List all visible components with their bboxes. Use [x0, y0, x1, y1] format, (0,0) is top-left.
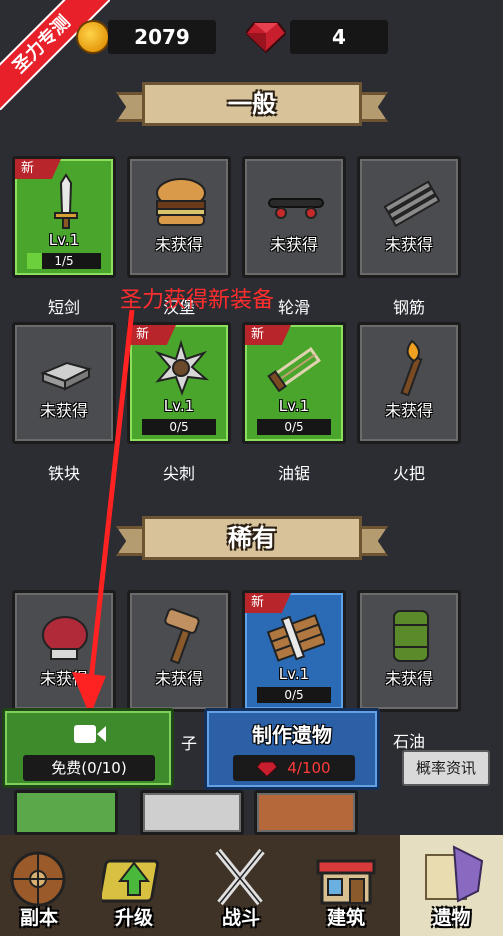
scroll-icon	[425, 845, 484, 903]
shield-icon	[10, 851, 66, 907]
spike-icon	[154, 339, 210, 396]
item-card-skateboard[interactable]: 未获得	[242, 156, 346, 278]
oil-barrel-icon	[393, 610, 429, 662]
free-draw-button[interactable]: 免费(0/10)	[2, 708, 174, 788]
item-status: 未获得	[269, 235, 318, 254]
nav-label: 副本	[19, 907, 58, 929]
ribbon-text: 圣力专测	[0, 0, 110, 110]
item-status: 未获得	[154, 235, 203, 254]
shop-icon	[316, 859, 376, 905]
item-progress: 0/5	[257, 687, 331, 703]
burger-icon	[156, 178, 206, 226]
item-card-torch[interactable]: 未获得	[357, 322, 461, 444]
item-status: 未获得	[384, 669, 433, 688]
item-card-partial-3[interactable]	[254, 790, 358, 835]
upgrade-icon	[102, 859, 160, 903]
craft-cost: 4/100	[233, 755, 355, 781]
craft-relic-button[interactable]: 制作遗物 4/100	[204, 708, 380, 790]
item-status: 未获得	[384, 401, 433, 420]
item-card-partial-1[interactable]	[14, 790, 118, 835]
gem-count: 4	[290, 20, 388, 54]
item-card-burger[interactable]: 未获得	[127, 156, 231, 278]
nav-label: 升级	[114, 907, 153, 929]
item-card-rare-3[interactable]: 新 Lv.1 0/5	[242, 590, 346, 712]
nav-label: 遗物	[432, 907, 471, 929]
item-card-rebar[interactable]: 未获得	[357, 156, 461, 278]
nav-label: 建筑	[326, 907, 365, 929]
probability-info-button[interactable]: 概率资讯	[402, 750, 490, 786]
item-level: Lv.1	[278, 665, 310, 683]
item-name: 火把	[392, 464, 425, 483]
item-progress: 0/5	[257, 419, 331, 435]
gem-icon	[256, 761, 279, 777]
item-card-partial-2[interactable]	[140, 790, 244, 835]
item-level: Lv.1	[48, 231, 80, 249]
item-card-oil[interactable]: 未获得	[357, 590, 461, 712]
nav-relics[interactable]: 遗物	[400, 835, 503, 936]
item-name: 钢筋	[392, 298, 425, 317]
rebar-icon	[383, 180, 440, 228]
common-section-title: 一般	[142, 82, 362, 126]
item-card-chainsaw[interactable]: 新 Lv.1 0/5	[242, 322, 346, 444]
free-draw-count: 免费(0/10)	[23, 755, 155, 781]
nav-dungeon[interactable]: 副本	[0, 835, 78, 936]
skateboard-icon	[268, 198, 324, 219]
nav-battle[interactable]: 战斗	[196, 835, 286, 936]
nav-building[interactable]: 建筑	[300, 835, 392, 936]
craft-relic-title: 制作遗物	[252, 723, 332, 747]
item-name: 油锯	[277, 464, 310, 483]
item-name: 子	[181, 734, 198, 753]
nav-label: 战斗	[221, 907, 260, 929]
annotation-arrow	[72, 309, 135, 716]
item-progress: 1/5	[27, 253, 101, 269]
item-card-short-sword[interactable]: 新 Lv.1 1/5	[12, 156, 116, 278]
gem-icon	[246, 22, 286, 53]
video-camera-icon	[74, 725, 106, 743]
rare-section-title: 稀有	[142, 516, 362, 560]
chainsaw-icon	[267, 346, 321, 393]
item-status: 未获得	[384, 235, 433, 254]
test-ribbon: 圣力专测	[0, 0, 110, 110]
wood-bundle-icon	[267, 613, 325, 662]
sword-icon	[54, 173, 78, 229]
item-level: Lv.1	[278, 397, 310, 415]
crossed-swords-icon	[215, 848, 265, 906]
coin-icon	[76, 20, 110, 54]
coin-count: 2079	[108, 20, 216, 54]
torch-icon	[400, 339, 423, 397]
bottom-nav: 副本 升级 战斗 建筑 遗物	[0, 835, 503, 936]
nav-upgrade[interactable]: 升级	[88, 835, 180, 936]
common-section-banner: 一般	[116, 82, 388, 126]
hammer-icon	[164, 608, 200, 665]
